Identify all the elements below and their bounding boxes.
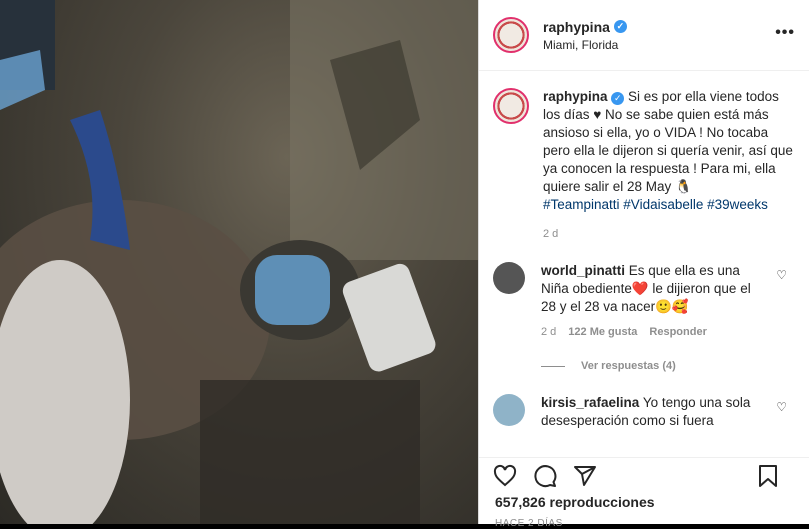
caption-username[interactable]: raphypina bbox=[543, 89, 608, 104]
post-video[interactable] bbox=[0, 0, 478, 524]
comment-username[interactable]: world_pinatti bbox=[541, 263, 625, 278]
divider bbox=[541, 365, 565, 367]
heart-icon[interactable] bbox=[493, 464, 517, 488]
heart-icon[interactable]: ♡ bbox=[776, 268, 787, 282]
avatar[interactable] bbox=[493, 262, 525, 294]
view-count[interactable]: 657,826 reproducciones bbox=[495, 494, 655, 510]
bookmark-icon[interactable] bbox=[757, 464, 779, 488]
comment-username[interactable]: kirsis_rafaelina bbox=[541, 395, 639, 410]
comment-time: 2 d bbox=[541, 326, 557, 338]
list-item: kirsis_rafaelina Yo tengo una sola deses… bbox=[479, 394, 809, 430]
more-icon[interactable]: ••• bbox=[775, 24, 795, 42]
avatar[interactable] bbox=[493, 17, 529, 53]
heart-icon[interactable]: ♡ bbox=[776, 400, 787, 414]
reply-button[interactable]: Responder bbox=[649, 326, 706, 338]
video-frame bbox=[0, 0, 478, 524]
caption-time: 2 d bbox=[543, 228, 559, 240]
comment-likes[interactable]: 122 Me gusta bbox=[568, 326, 637, 338]
comment-icon[interactable] bbox=[533, 464, 557, 488]
avatar[interactable] bbox=[493, 394, 525, 426]
view-replies-button[interactable]: Ver respuestas (4) bbox=[479, 360, 809, 372]
avatar[interactable] bbox=[493, 88, 529, 124]
list-item: world_pinatti Es que ella es una Niña ob… bbox=[479, 262, 809, 338]
post-header: raphypina ✓ Miami, Florida ••• bbox=[479, 0, 809, 71]
comments-list[interactable]: raphypina ✓ Si es por ella viene todos l… bbox=[479, 72, 809, 456]
verified-icon: ✓ bbox=[611, 92, 625, 105]
share-icon[interactable] bbox=[573, 464, 597, 488]
view-replies-label: Ver respuestas (4) bbox=[581, 360, 676, 372]
verified-icon: ✓ bbox=[613, 20, 627, 33]
post-side-panel: raphypina ✓ Miami, Florida ••• raphypina… bbox=[478, 0, 809, 529]
action-bar bbox=[479, 457, 809, 494]
caption: raphypina ✓ Si es por ella viene todos l… bbox=[479, 72, 809, 240]
caption-text: Si es por ella viene todos los días ♥ No… bbox=[543, 89, 793, 194]
author-username[interactable]: raphypina bbox=[543, 19, 610, 35]
caption-hashtags[interactable]: #Teampinatti #Vidaisabelle #39weeks bbox=[543, 197, 768, 212]
post-location[interactable]: Miami, Florida bbox=[543, 38, 627, 52]
